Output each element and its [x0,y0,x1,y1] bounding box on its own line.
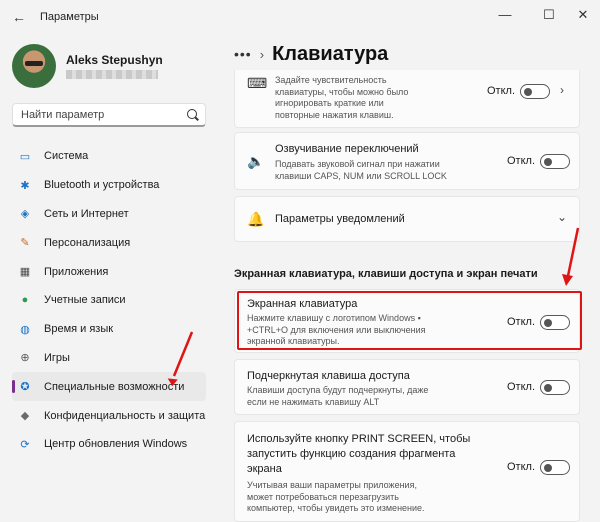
underline-access-title: Подчеркнутая клавиша доступа [247,370,410,382]
avatar[interactable] [12,44,56,88]
sidebar-nav: ▭ Система ✱ Bluetooth и устройства ◈ Сеть и И… [12,142,206,459]
sidebar-item[interactable]: ◆ Конфиденциальность и защита [12,401,206,430]
toggle-keys-state: Откл. [507,155,536,167]
sidebar-item-label: Приложения [44,265,109,278]
title-bar: ← Параметры — ☐ ✕ [0,0,600,34]
print-screen-title: Используйте кнопку PRINT SCREEN, чтобы з… [247,433,471,475]
notification-settings-title: Параметры уведомлений [275,213,405,225]
print-screen-state: Откл. [507,461,536,473]
brush-icon: ✎ [20,237,30,250]
red-arrow-sidebar-icon [167,331,194,386]
underline-access-card: Подчеркнутая клавиша доступа Клавиши дос… [234,359,580,415]
minimize-icon[interactable]: — [494,6,516,24]
toggle-keys-title: Озвучивание переключений [275,143,419,155]
breadcrumb: ••• › Клавиатура [234,42,388,66]
bell-icon: 🔔 [247,211,265,227]
gamepad-icon: ⊕ [20,352,30,365]
keyboard-icon: ⌨ [247,75,268,91]
sidebar-item[interactable]: ▦ Приложения [12,257,206,286]
sidebar-item[interactable]: ⟳ Центр обновления Windows [12,430,206,459]
filter-keys-toggle[interactable] [520,84,550,99]
sidebar-item[interactable]: ✎ Персонализация [12,228,206,257]
search-icon[interactable] [187,109,197,119]
user-name: Aleks Stepushyn [66,53,163,67]
sidebar-item-label: Игры [44,351,70,364]
print-screen-desc: Учитывая ваши параметры приложения, може… [247,480,425,513]
print-screen-toggle[interactable] [540,460,570,475]
sidebar-item[interactable]: ✱ Bluetooth и устройства [12,171,206,200]
section-title: Экранная клавиатура, клавиши доступа и э… [234,268,538,280]
sidebar-item-label: Центр обновления Windows [44,438,188,451]
toggle-keys-card: 🔈 Озвучивание переключений Подавать звук… [234,132,580,190]
red-arrow-content-icon [562,227,580,286]
sidebar-item-label: Учетные записи [44,294,126,307]
underline-access-toggle[interactable] [540,380,570,395]
search-placeholder: Найти параметр [21,109,105,121]
page-title: Клавиатура [272,42,389,65]
print-screen-card: Используйте кнопку PRINT SCREEN, чтобы з… [234,421,580,522]
underline-access-state: Откл. [507,381,536,393]
close-icon[interactable]: ✕ [572,6,594,24]
filter-keys-card[interactable]: ⌨ Задайте чувствительность клавиатуры, ч… [234,70,580,128]
breadcrumb-separator-icon: › [259,46,265,62]
app-title: Параметры [40,11,99,23]
shield-icon: ◆ [20,410,30,423]
monitor-icon: ▭ [19,150,31,163]
sidebar-item-label: Bluetooth и устройства [44,179,160,192]
apps-icon: ▦ [19,266,31,279]
search-input[interactable]: Найти параметр [12,103,206,127]
filter-keys-desc: Задайте чувствительность клавиатуры, что… [275,75,409,120]
toggle-keys-toggle[interactable] [540,154,570,169]
sidebar-item[interactable]: ◈ Сеть и Интернет [12,200,206,229]
wifi-icon: ◈ [20,208,30,221]
highlight-box [237,291,582,350]
user-email-redacted [66,70,158,79]
sidebar-item-label: Персонализация [44,236,131,249]
accessibility-icon: ✪ [20,381,30,394]
chevron-right-icon[interactable]: › [560,83,564,97]
update-icon: ⟳ [20,438,30,451]
sidebar-item-label: Сеть и Интернет [44,207,129,220]
maximize-icon[interactable]: ☐ [538,6,560,24]
bluetooth-icon: ✱ [20,179,30,192]
more-dots-icon[interactable]: ••• [234,46,252,62]
speaker-icon: 🔈 [247,153,265,169]
globe-icon: ◍ [20,323,30,336]
sidebar-item-label: Система [44,150,89,163]
chevron-down-icon[interactable]: ⌄ [557,210,567,224]
toggle-keys-desc: Подавать звуковой сигнал при нажатии кла… [275,159,447,181]
sidebar-item-label: Время и язык [44,323,114,336]
person-icon: ● [21,294,29,307]
sidebar-item-label: Конфиденциальность и защита [44,409,206,422]
underline-access-desc: Клавиши доступа будут подчеркнуты, даже … [247,385,429,407]
sidebar-item[interactable]: ▭ Система [12,142,206,171]
sidebar-item[interactable]: ● Учетные записи [12,286,206,315]
back-arrow-icon[interactable]: ← [12,9,28,25]
filter-keys-state: Откл. [487,85,516,97]
notification-settings-card[interactable]: 🔔 Параметры уведомлений ⌄ [234,196,580,242]
